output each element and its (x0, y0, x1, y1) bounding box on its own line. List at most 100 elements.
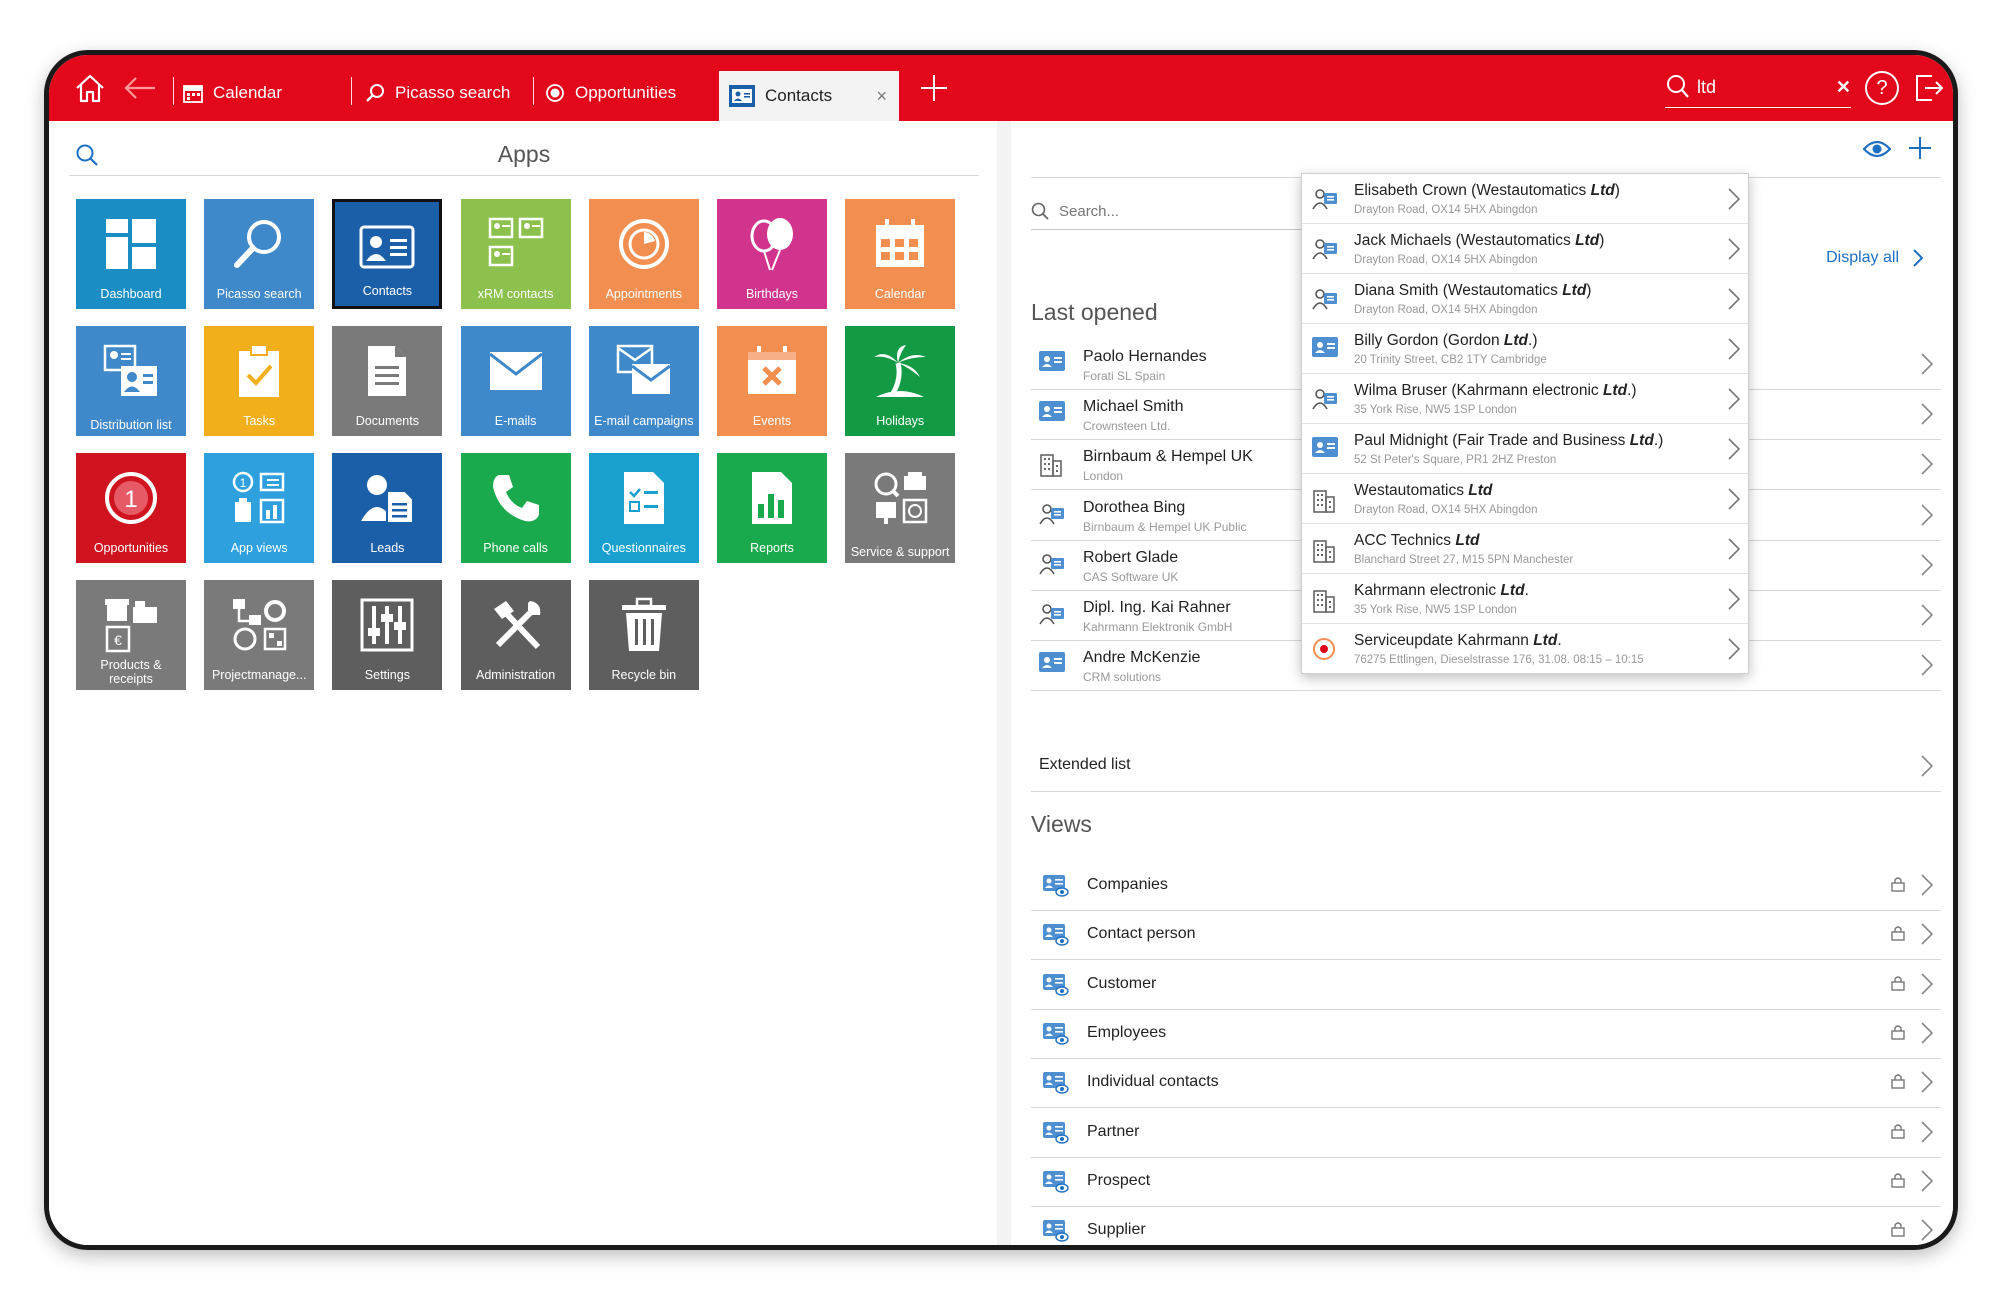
global-search-input[interactable] (1695, 75, 1819, 99)
svg-text:1: 1 (240, 476, 247, 490)
app-tile-birthdays[interactable]: Birthdays (717, 199, 827, 309)
search-suggestion-item[interactable]: Billy Gordon (Gordon Ltd.) 20 Trinity Str… (1302, 324, 1748, 374)
view-label: Individual contacts (1087, 1073, 1219, 1091)
app-tile-administration[interactable]: Administration (460, 580, 571, 690)
eye-icon[interactable] (1863, 139, 1891, 159)
view-item-supplier[interactable]: Supplier (1031, 1206, 1941, 1245)
app-tile-leads[interactable]: Leads (332, 453, 443, 563)
tab-contacts[interactable]: Contacts × (719, 71, 899, 121)
suggestion-title: Kahrmann electronic Ltd. (1354, 582, 1529, 600)
search-suggestion-item[interactable]: Kahrmann electronic Ltd. 35 York Rise, NW… (1302, 574, 1748, 624)
app-tile-e-mail-campaigns[interactable]: E-mail campaigns (588, 326, 699, 436)
search-suggestion-item[interactable]: Jack Michaels (Westautomatics Ltd) Drayto… (1302, 224, 1748, 274)
opportunity-badge-icon: 1 (105, 472, 157, 524)
clear-search-icon[interactable]: ✕ (1836, 77, 1851, 98)
view-item-contact-person[interactable]: Contact person (1031, 910, 1941, 961)
svg-text:€: € (114, 632, 122, 648)
app-tile-e-mails[interactable]: E-mails (460, 326, 571, 436)
chevron-right-icon (1921, 554, 1934, 576)
app-tile-questionnaires[interactable]: Questionnaires (588, 453, 699, 563)
suggestion-address: 20 Trinity Street, CB2 1TY Cambridge (1354, 354, 1547, 366)
app-tile-events[interactable]: Events (717, 326, 827, 436)
app-tile-app-views[interactable]: 1 App views (204, 453, 315, 563)
suggestion-title: Serviceupdate Kahrmann Ltd. (1354, 632, 1562, 650)
app-tile-calendar[interactable]: Calendar (845, 199, 956, 309)
apps-title: Apps (497, 141, 551, 167)
tab-opportunities[interactable]: Opportunities (545, 73, 676, 113)
search-suggestion-item[interactable]: Elisabeth Crown (Westautomatics Ltd) Dray… (1302, 174, 1748, 224)
add-tab-icon[interactable] (911, 63, 957, 113)
tile-label: Documents (355, 414, 419, 428)
search-suggestion-item[interactable]: Paul Midnight (Fair Trade and Business L… (1302, 424, 1748, 474)
home-icon[interactable] (67, 63, 113, 113)
search-suggestion-item[interactable]: Westautomatics Ltd Drayton Road, OX14 5HX… (1302, 474, 1748, 524)
add-icon[interactable] (1907, 135, 1933, 161)
app-tile-phone-calls[interactable]: Phone calls (460, 453, 571, 563)
app-tile-appointments[interactable]: Appointments (588, 199, 699, 309)
global-search-field[interactable]: ✕ (1665, 67, 1851, 108)
app-tile-xrm-contacts[interactable]: xRM contacts (460, 199, 571, 309)
app-tile-settings[interactable]: Settings (332, 580, 443, 690)
app-tile-reports[interactable]: Reports (717, 453, 827, 563)
tile-icon (461, 340, 571, 402)
extended-list-row[interactable]: Extended list (1031, 741, 1941, 792)
view-item-employees[interactable]: Employees (1031, 1009, 1941, 1059)
suggestion-match-highlight: Ltd (1562, 282, 1587, 299)
search-suggestion-item[interactable]: Wilma Bruser (Kahrmann electronic Ltd.) 3… (1302, 374, 1748, 424)
search-suggestion-item[interactable]: Diana Smith (Westautomatics Ltd) Drayton … (1302, 274, 1748, 324)
chevron-right-icon (1728, 388, 1741, 410)
view-item-partner[interactable]: Partner (1031, 1108, 1941, 1158)
app-tile-projectmanage[interactable]: Projectmanage... (204, 580, 315, 690)
back-arrow-icon[interactable] (117, 63, 163, 113)
suggestion-match-highlight: Ltd (1602, 382, 1628, 399)
row-icon (1039, 401, 1065, 427)
app-tile-picasso-search[interactable]: Picasso search (204, 199, 315, 309)
view-item-individual-contacts[interactable]: Individual contacts (1031, 1058, 1941, 1109)
tile-label: Settings (364, 668, 410, 682)
search-suggestion-item[interactable]: Serviceupdate Kahrmann Ltd. 76275 Ettling… (1302, 624, 1748, 673)
clipboard-check-icon (239, 344, 280, 397)
app-tile-service-and-support[interactable]: Service & support (845, 453, 956, 563)
questionnaire-icon (623, 472, 664, 524)
help-icon[interactable]: ? (1859, 63, 1905, 113)
view-list-icon (1043, 1170, 1069, 1193)
app-tile-recycle-bin[interactable]: Recycle bin (588, 580, 699, 690)
app-tile-distribution-list[interactable]: Distribution list (76, 326, 186, 436)
app-tile-opportunities[interactable]: 1 Opportunities (76, 453, 186, 563)
app-tile-documents[interactable]: Documents (332, 326, 443, 436)
view-item-customer[interactable]: Customer (1031, 960, 1941, 1010)
tile-icon (76, 213, 186, 275)
display-all-link[interactable]: Display all (1826, 249, 1923, 267)
app-tile-contacts[interactable]: Contacts (332, 199, 443, 309)
tile-label: Events (752, 414, 792, 428)
tab-calendar[interactable]: Calendar (183, 73, 282, 113)
suggestion-address: 35 York Rise, NW5 1SP London (1354, 604, 1517, 616)
lock-icon (1891, 1123, 1905, 1139)
calendar-icon (183, 85, 203, 103)
suggestion-title-text: Paul Midnight (Fair Trade and Business (1354, 432, 1630, 449)
search-suggestion-item[interactable]: ACC Technics Ltd Blanchard Street 27, M15… (1302, 524, 1748, 574)
view-item-prospect[interactable]: Prospect (1031, 1157, 1941, 1207)
app-views-icon: 1 (232, 471, 285, 524)
tab-close-button[interactable]: × (876, 86, 887, 107)
chevron-right-icon (1921, 1022, 1934, 1044)
chevron-right-icon (1921, 403, 1934, 425)
tile-icon (845, 340, 955, 402)
row-icon (1039, 451, 1065, 478)
chevron-right-icon (1921, 973, 1934, 995)
app-tile-tasks[interactable]: Tasks (204, 326, 315, 436)
suggestion-title: Elisabeth Crown (Westautomatics Ltd) (1354, 182, 1620, 200)
suggestion-address: Drayton Road, OX14 5HX Abingdon (1354, 254, 1538, 266)
app-tile-products-and-receipts[interactable]: € Products & receipts (76, 580, 186, 690)
app-tile-holidays[interactable]: Holidays (845, 326, 956, 436)
suggestion-title: Diana Smith (Westautomatics Ltd) (1354, 282, 1591, 300)
logout-icon[interactable] (1905, 63, 1951, 113)
view-item-companies[interactable]: Companies (1031, 861, 1941, 911)
suggestion-title-suffix: . (1557, 632, 1562, 649)
chevron-right-icon (1728, 188, 1741, 210)
contact-name: Dorothea Bing (1083, 498, 1186, 516)
tile-label: E-mail campaigns (594, 414, 694, 428)
app-tile-dashboard[interactable]: Dashboard (76, 199, 186, 309)
view-list-icon (1043, 1022, 1069, 1045)
tab-picasso-search[interactable]: Picasso search (365, 73, 510, 113)
